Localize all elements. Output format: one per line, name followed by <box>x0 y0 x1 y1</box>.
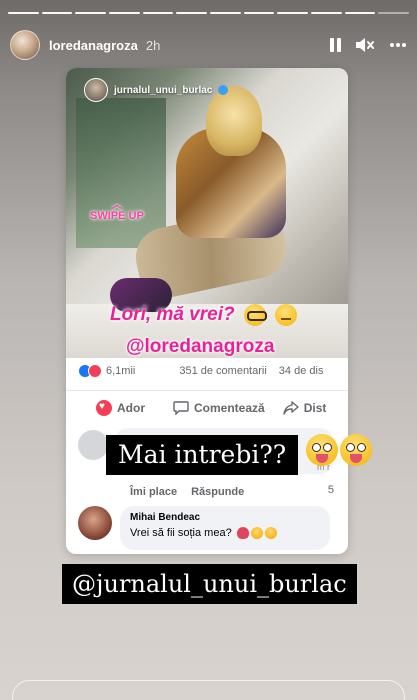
story-progress <box>8 12 410 14</box>
thinking-face-icon <box>275 304 298 326</box>
progress-segment <box>8 12 39 14</box>
comments-count[interactable]: 351 de comentarii <box>179 365 266 377</box>
progress-segment <box>277 12 309 14</box>
progress-segment <box>210 12 241 14</box>
reactions[interactable] <box>78 364 102 378</box>
progress-segment <box>243 12 275 14</box>
smile-emoji-icon <box>264 527 277 540</box>
question-text-sticker: Mai intrebi?? <box>106 435 299 475</box>
share-button[interactable]: Dist <box>282 400 327 415</box>
comment-like-link[interactable]: Îmi place <box>130 486 177 498</box>
comment-author[interactable]: Mihai Bendeac <box>130 512 320 523</box>
love-button[interactable]: Ador <box>96 399 145 416</box>
post-mini-header: jurnalul_unui_burlac <box>84 78 229 102</box>
progress-segment <box>176 12 208 14</box>
avatar <box>78 430 108 460</box>
avatar[interactable] <box>78 506 112 540</box>
likes-count[interactable]: 6,1mii <box>106 365 135 377</box>
progress-segment <box>311 12 342 14</box>
share-label: Dist <box>303 400 327 415</box>
mini-avatar <box>84 78 108 102</box>
love-label: Ador <box>117 400 145 415</box>
swipe-up-sticker: ︿ SWIPE UP <box>90 200 144 222</box>
comment-reply-link[interactable]: Răspunde <box>191 486 244 498</box>
comment-icon <box>173 400 189 415</box>
comment-button[interactable]: Comentează <box>173 401 265 415</box>
mention-sticker[interactable]: @jurnalul_unui_burlac <box>62 564 357 604</box>
smile-emoji-icon <box>250 527 263 540</box>
share-icon <box>282 400 299 415</box>
story-header: loredanagroza 2h <box>10 28 407 62</box>
shares-count[interactable]: 34 de dis <box>279 365 324 377</box>
avatar[interactable] <box>10 30 40 60</box>
comment-actions: Îmi place Răspunde <box>130 486 244 498</box>
mute-icon[interactable] <box>355 37 375 53</box>
caption-question: Lori, mă vrei? <box>110 304 298 326</box>
comment-text-body: Vrei să fii soția mea? <box>130 527 232 539</box>
swipe-up-label: SWIPE UP <box>90 210 144 222</box>
comment-bubble: Mihai Bendeac Vrei să fii soția mea? <box>120 506 330 550</box>
comment-label: Comentează <box>194 400 265 415</box>
heart-icon <box>96 399 112 416</box>
comment-item: Mihai Bendeac Vrei să fii soția mea? <box>78 506 338 552</box>
caption-text: Lori, mă vrei? <box>110 304 235 326</box>
winking-tongue-icon <box>306 434 338 466</box>
verified-icon <box>218 85 229 95</box>
replies-count[interactable]: 5 <box>328 484 334 496</box>
comment-text: Vrei să fii soția mea? <box>130 527 320 540</box>
story-time: 2h <box>145 37 161 53</box>
progress-segment <box>41 12 73 14</box>
more-icon[interactable] <box>389 42 407 48</box>
story-username[interactable]: loredanagroza <box>49 38 138 53</box>
nerd-face-icon <box>243 304 267 326</box>
mini-username: jurnalul_unui_burlac <box>114 84 213 96</box>
post-stats: 6,1mii 351 de comentarii 34 de dis <box>78 364 348 378</box>
progress-segment <box>344 12 376 14</box>
caption-mention: @loredanagroza <box>126 336 275 357</box>
pause-icon[interactable] <box>330 38 341 52</box>
progress-segment <box>109 12 140 14</box>
winking-tongue-icon <box>340 434 372 466</box>
shared-post-screenshot: jurnalul_unui_burlac ︿ SWIPE UP Lori, mă… <box>66 68 348 554</box>
reply-bar[interactable] <box>12 680 405 700</box>
love-icon <box>88 364 102 378</box>
header-actions <box>330 37 407 53</box>
progress-segment <box>75 12 107 14</box>
post-actions: Ador Comentează Dist <box>66 390 348 424</box>
progress-segment <box>378 12 410 14</box>
progress-segment <box>142 12 174 14</box>
heart-emoji-icon <box>236 527 249 540</box>
